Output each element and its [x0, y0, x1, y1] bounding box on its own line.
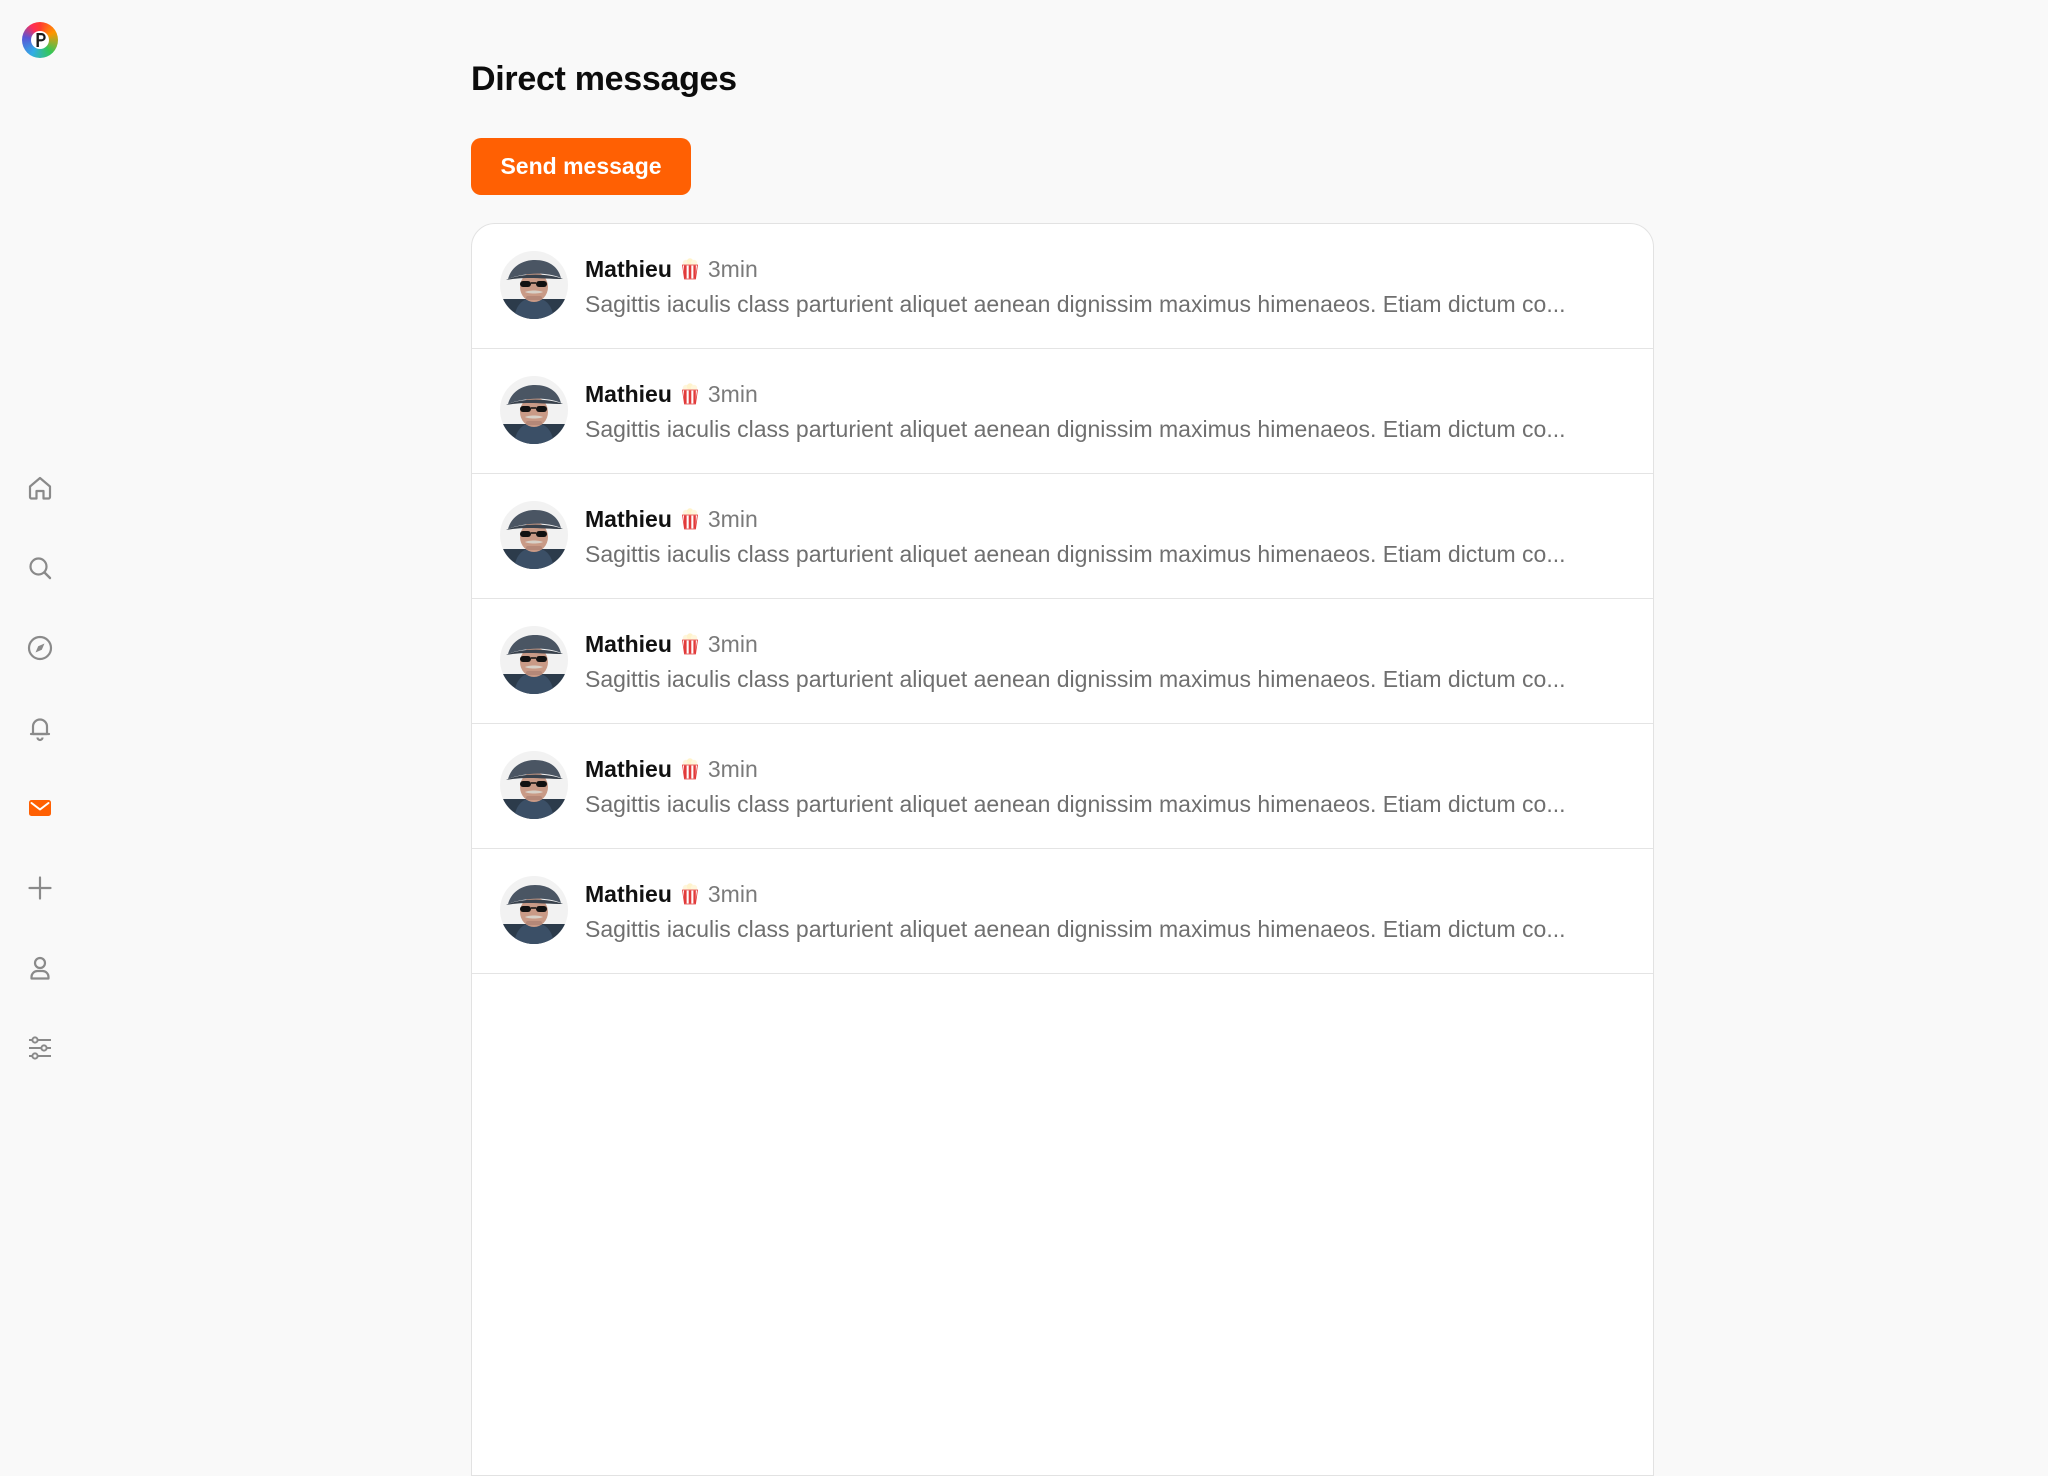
avatar[interactable]: [500, 626, 568, 694]
message-header: Mathieu 3min: [585, 754, 758, 784]
home-icon: [28, 476, 52, 500]
message-time: 3min: [707, 880, 758, 907]
message-header: Mathieu 3min: [585, 254, 758, 284]
new-post-plus-icon: [28, 876, 52, 900]
message-preview: Sagittis iaculis class parturient alique…: [585, 541, 1566, 567]
profile-person-icon: [30, 956, 50, 980]
message-time: 3min: [707, 255, 758, 282]
message-header: Mathieu 3min: [585, 379, 758, 409]
message-row[interactable]: Mathieu 3min Sagittis iaculis class part…: [472, 474, 1653, 599]
avatar-photo: [500, 376, 568, 444]
sender-name[interactable]: Mathieu: [585, 631, 672, 658]
avatar[interactable]: [500, 751, 568, 819]
message-preview: Sagittis iaculis class parturient alique…: [585, 666, 1566, 692]
avatar-photo: [500, 876, 568, 944]
sidebar-nav: [0, 0, 80, 1456]
message-header: Mathieu 3min: [585, 504, 758, 534]
nav-settings-button[interactable]: [20, 1028, 60, 1068]
avatar[interactable]: [500, 876, 568, 944]
message-row[interactable]: Mathieu 3min Sagittis iaculis class part…: [472, 224, 1653, 349]
popcorn-emoji-icon: [681, 883, 698, 905]
search-icon: [29, 557, 52, 580]
message-time: 3min: [707, 505, 758, 532]
message-time: 3min: [707, 380, 758, 407]
avatar[interactable]: [500, 501, 568, 569]
pinned-logo-icon[interactable]: [22, 22, 58, 58]
sender-name[interactable]: Mathieu: [585, 881, 672, 908]
message-preview: Sagittis iaculis class parturient alique…: [585, 791, 1566, 817]
page-title: Direct messages: [471, 60, 737, 98]
avatar[interactable]: [500, 251, 568, 319]
message-row[interactable]: Mathieu 3min Sagittis iaculis class part…: [472, 724, 1653, 849]
messages-envelope-icon: [29, 800, 51, 816]
message-header: Mathieu 3min: [585, 629, 758, 659]
avatar-photo: [500, 501, 568, 569]
nav-new-post-button[interactable]: [20, 868, 60, 908]
send-message-button[interactable]: Send message: [471, 138, 691, 195]
sender-name[interactable]: Mathieu: [585, 256, 672, 283]
sender-name[interactable]: Mathieu: [585, 756, 672, 783]
message-preview: Sagittis iaculis class parturient alique…: [585, 916, 1566, 942]
logo-letter-icon: [36, 33, 46, 47]
message-row[interactable]: Mathieu 3min Sagittis iaculis class part…: [472, 349, 1653, 474]
message-preview: Sagittis iaculis class parturient alique…: [585, 291, 1566, 317]
avatar-photo: [500, 251, 568, 319]
message-preview: Sagittis iaculis class parturient alique…: [585, 416, 1566, 442]
popcorn-emoji-icon: [681, 508, 698, 530]
nav-search-button[interactable]: [20, 548, 60, 588]
message-header: Mathieu 3min: [585, 879, 758, 909]
popcorn-emoji-icon: [681, 758, 698, 780]
message-time: 3min: [707, 630, 758, 657]
message-time: 3min: [707, 755, 758, 782]
sender-name[interactable]: Mathieu: [585, 381, 672, 408]
sender-name[interactable]: Mathieu: [585, 506, 672, 533]
nav-explore-button[interactable]: [20, 628, 60, 668]
popcorn-emoji-icon: [681, 383, 698, 405]
popcorn-emoji-icon: [681, 633, 698, 655]
nav-notifications-button[interactable]: [20, 708, 60, 748]
message-list: Mathieu 3min Sagittis iaculis class part…: [471, 223, 1654, 1476]
popcorn-emoji-icon: [681, 258, 698, 280]
settings-sliders-icon: [29, 1036, 51, 1060]
message-row[interactable]: Mathieu 3min Sagittis iaculis class part…: [472, 599, 1653, 724]
avatar[interactable]: [500, 376, 568, 444]
message-row[interactable]: Mathieu 3min Sagittis iaculis class part…: [472, 849, 1653, 974]
nav-profile-button[interactable]: [20, 948, 60, 988]
nav-messages-button[interactable]: [20, 788, 60, 828]
avatar-photo: [500, 751, 568, 819]
notifications-bell-icon: [29, 718, 51, 742]
explore-compass-icon: [27, 635, 53, 661]
nav-home-button[interactable]: [20, 468, 60, 508]
avatar-photo: [500, 626, 568, 694]
